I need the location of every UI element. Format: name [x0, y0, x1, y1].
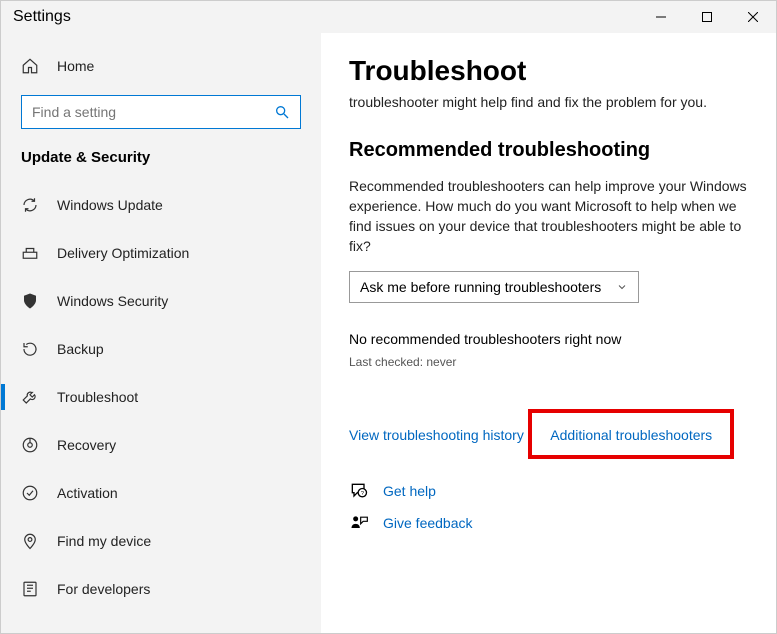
delivery-icon	[21, 244, 39, 262]
give-feedback-label: Give feedback	[383, 515, 473, 531]
sidebar-item-for-developers[interactable]: For developers	[1, 568, 321, 610]
sidebar-item-label: For developers	[57, 581, 150, 597]
sidebar-item-activation[interactable]: Activation	[1, 472, 321, 514]
dropdown-value: Ask me before running troubleshooters	[360, 279, 601, 295]
window-controls	[638, 1, 776, 33]
backup-icon	[21, 340, 39, 358]
activation-icon	[21, 484, 39, 502]
sidebar-item-delivery-optimization[interactable]: Delivery Optimization	[1, 232, 321, 274]
search-icon	[274, 104, 290, 120]
sidebar-item-label: Windows Update	[57, 197, 163, 213]
get-help-label: Get help	[383, 483, 436, 499]
shield-icon	[21, 292, 39, 310]
sidebar: Home Update & Security Windows Update De…	[1, 33, 321, 633]
search-box[interactable]	[21, 95, 301, 129]
sidebar-item-label: Delivery Optimization	[57, 245, 189, 261]
section-body: Recommended troubleshooters can help imp…	[349, 176, 748, 257]
sidebar-item-windows-security[interactable]: Windows Security	[1, 280, 321, 322]
home-label: Home	[57, 58, 94, 74]
last-checked-text: Last checked: never	[349, 355, 748, 369]
home-nav[interactable]: Home	[1, 45, 321, 87]
sync-icon	[21, 196, 39, 214]
section-heading: Recommended troubleshooting	[349, 139, 748, 162]
get-help-link[interactable]: ? Get help	[349, 481, 748, 501]
lead-text: troubleshooter might help find and fix t…	[349, 93, 748, 113]
status-text: No recommended troubleshooters right now	[349, 331, 748, 347]
developer-icon	[21, 580, 39, 598]
search-input[interactable]	[32, 104, 274, 120]
maximize-button[interactable]	[684, 1, 730, 33]
minimize-button[interactable]	[638, 1, 684, 33]
page-title: Troubleshoot	[349, 55, 748, 87]
sidebar-item-windows-update[interactable]: Windows Update	[1, 184, 321, 226]
sidebar-item-recovery[interactable]: Recovery	[1, 424, 321, 466]
sidebar-item-find-my-device[interactable]: Find my device	[1, 520, 321, 562]
category-header: Update & Security	[1, 143, 321, 178]
sidebar-item-backup[interactable]: Backup	[1, 328, 321, 370]
footer-links: ? Get help Give feedback	[349, 481, 748, 533]
sidebar-item-label: Windows Security	[57, 293, 168, 309]
highlight-annotation: Additional troubleshooters	[528, 409, 734, 459]
sidebar-item-label: Recovery	[57, 437, 116, 453]
nav-list: Windows Update Delivery Optimization Win…	[1, 178, 321, 610]
recovery-icon	[21, 436, 39, 454]
wrench-icon	[21, 388, 39, 406]
sidebar-item-label: Backup	[57, 341, 104, 357]
history-link[interactable]: View troubleshooting history	[349, 427, 524, 443]
chevron-down-icon	[616, 281, 628, 293]
window-title: Settings	[13, 8, 71, 26]
feedback-icon	[349, 513, 369, 533]
content-pane: Troubleshoot troubleshooter might help f…	[321, 33, 776, 633]
location-icon	[21, 532, 39, 550]
sidebar-item-label: Activation	[57, 485, 118, 501]
sidebar-item-label: Troubleshoot	[57, 389, 138, 405]
help-icon: ?	[349, 481, 369, 501]
sidebar-item-label: Find my device	[57, 533, 151, 549]
sidebar-item-troubleshoot[interactable]: Troubleshoot	[1, 376, 321, 418]
additional-troubleshooters-link[interactable]: Additional troubleshooters	[550, 427, 712, 443]
home-icon	[21, 57, 39, 75]
close-button[interactable]	[730, 1, 776, 33]
give-feedback-link[interactable]: Give feedback	[349, 513, 748, 533]
troubleshoot-preference-dropdown[interactable]: Ask me before running troubleshooters	[349, 271, 639, 303]
title-bar: Settings	[1, 1, 776, 33]
